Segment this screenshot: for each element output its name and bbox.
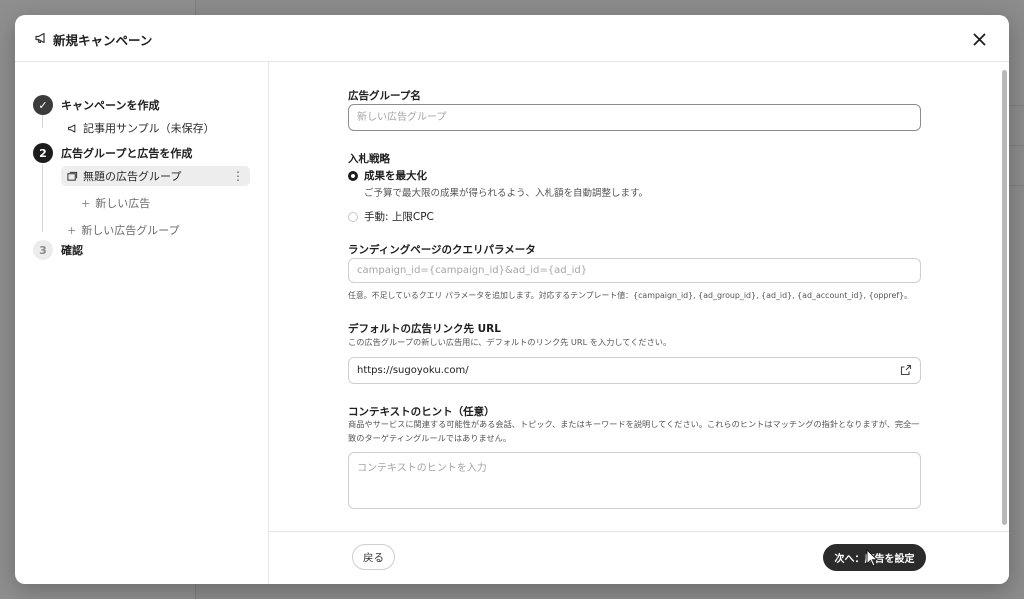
megaphone-icon: [35, 32, 45, 44]
radio-label: 成果を最大化: [364, 170, 427, 182]
step-1-label[interactable]: キャンペーンを作成: [61, 97, 159, 113]
ad-group-name-label: 広告グループ名: [348, 90, 421, 102]
external-link-icon[interactable]: [900, 364, 912, 376]
form-panel[interactable]: 広告グループ名 入札戦略 成果を最大化 ご予算で最大限の成果が得られるよう、入札…: [269, 62, 1009, 532]
sidebar-item-campaign[interactable]: 記事用サンプル（未保存）: [67, 120, 215, 136]
radio-manual-cpc[interactable]: 手動: 上限CPC: [348, 209, 434, 224]
context-hints-textarea[interactable]: [348, 452, 921, 509]
plus-icon: +: [67, 223, 77, 237]
default-url-label: デフォルトの広告リンク先 URL: [348, 323, 501, 335]
step-1-check-icon: ✓: [33, 95, 53, 115]
close-icon: [973, 33, 985, 45]
step-2-label[interactable]: 広告グループと広告を作成: [61, 145, 192, 161]
plus-icon: +: [81, 196, 91, 210]
step-connector: [42, 164, 43, 232]
radio-button-checked[interactable]: [348, 170, 358, 181]
ad-group-name-input[interactable]: [348, 104, 921, 131]
default-url-input[interactable]: [348, 357, 921, 384]
scrollbar[interactable]: [1002, 70, 1007, 525]
add-ad-group-label: 新しい広告グループ: [81, 224, 180, 237]
add-ad-label: 新しい広告: [95, 197, 151, 210]
radio-button[interactable]: [348, 211, 358, 222]
stepper-panel: ✓ キャンペーンを作成 記事用サンプル（未保存） 2 広告グループと広告を作成 …: [15, 62, 269, 584]
step-3-number: 3: [33, 240, 53, 260]
default-url-help: この広告グループの新しい広告用に、デフォルトのリンク先 URL を入力してくださ…: [348, 337, 672, 347]
dialog-footer: 戻る 次へ：広告を設定: [269, 531, 1009, 584]
dialog-header: 新規キャンペーン: [15, 15, 1009, 62]
step-2-number: 2: [33, 143, 53, 163]
query-params-help: 任意。不足しているクエリ パラメータを追加します。対応するテンプレート値：{ca…: [348, 291, 913, 300]
close-button[interactable]: [967, 27, 991, 51]
mouse-cursor-icon: [866, 549, 879, 567]
bid-strategy-label: 入札戦略: [348, 153, 390, 165]
ad-group-name-label: 無題の広告グループ: [83, 170, 182, 183]
query-params-input[interactable]: [348, 258, 921, 283]
ad-group-icon: [67, 171, 78, 181]
add-ad-button[interactable]: + 新しい広告: [81, 195, 150, 211]
back-button[interactable]: 戻る: [352, 544, 395, 570]
sidebar-item-ad-group[interactable]: 無題の広告グループ ⋮: [61, 166, 250, 186]
add-ad-group-button[interactable]: + 新しい広告グループ: [67, 222, 180, 238]
radio-description: ご予算で最大限の成果が得られるよう、入札額を自動調整します。: [364, 188, 649, 199]
context-hints-help: 商品やサービスに関連する可能性がある会話、トピック、またはキーワードを説明してく…: [348, 419, 920, 443]
step-3-label[interactable]: 確認: [61, 242, 83, 258]
new-campaign-dialog: 新規キャンペーン ✓ キャンペーンを作成 記事用サンプル（未保存） 2 広告グル…: [15, 15, 1009, 584]
query-params-label: ランディングページのクエリパラメータ: [348, 244, 536, 256]
radio-label: 手動: 上限CPC: [364, 211, 434, 223]
more-options-icon[interactable]: ⋮: [232, 170, 244, 182]
megaphone-icon: [68, 123, 76, 133]
dialog-title: 新規キャンペーン: [53, 33, 153, 48]
radio-maximize-results[interactable]: 成果を最大化: [348, 168, 427, 183]
campaign-name-label: 記事用サンプル（未保存）: [83, 122, 215, 135]
